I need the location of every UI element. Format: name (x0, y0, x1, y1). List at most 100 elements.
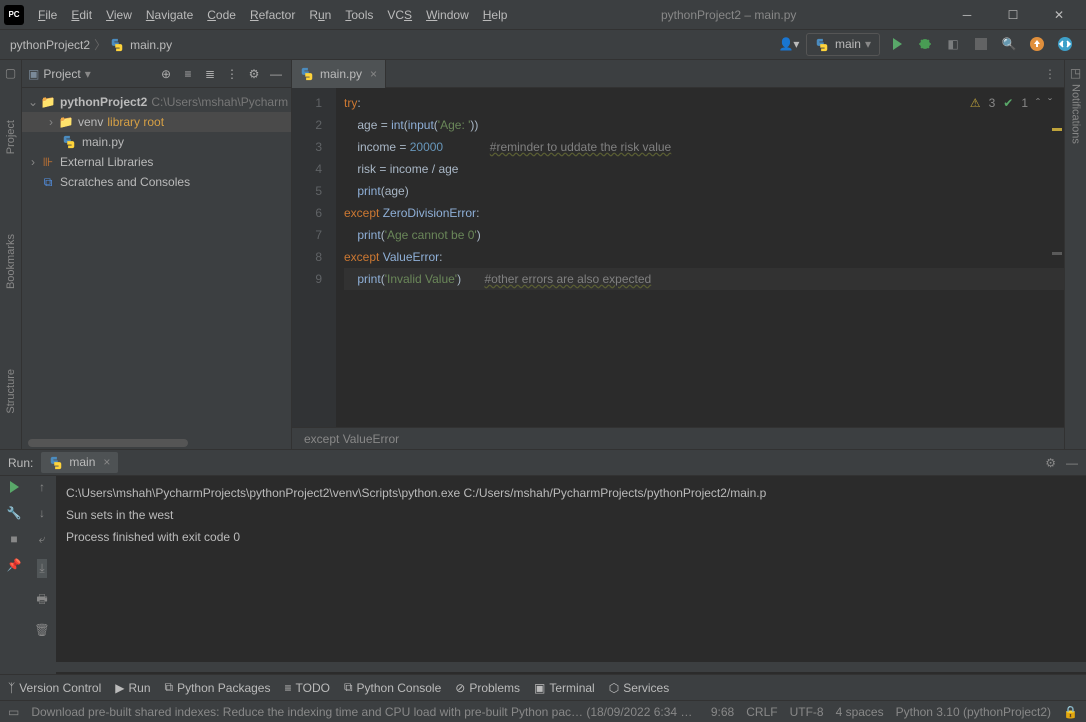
tree-ext-lib847[interactable]: › ⊪ External Libraries (22, 152, 291, 172)
search-icon[interactable]: 🔍 (998, 33, 1020, 55)
editor-breadcrumb[interactable]: except ValueError (292, 427, 1064, 449)
expand-all-icon[interactable]: ≡ (179, 65, 197, 83)
bottom-terminal[interactable]: ▣Terminal (534, 681, 595, 695)
breadcrumb-file[interactable]: main.py (130, 38, 172, 52)
code-area[interactable]: try: age = int(input('Age: ')) income = … (336, 88, 1064, 427)
debug-button[interactable] (914, 33, 936, 55)
problems-icon: ⊘ (455, 681, 465, 695)
strip-structure[interactable]: Structure (5, 369, 17, 414)
inspections-widget[interactable]: ⚠3 ✔1 ˆ ˇ (970, 92, 1052, 114)
trash-icon[interactable]: 🗑 (34, 623, 49, 637)
gear-icon[interactable]: ⚙ (1045, 456, 1056, 470)
bottom-pkg[interactable]: ⧉Python Packages (165, 680, 271, 695)
lock-icon[interactable]: 🔒 (1063, 705, 1078, 719)
maximize-button[interactable]: ☐ (990, 0, 1036, 30)
menu-vcs[interactable]: VCS (381, 4, 418, 26)
ide-update-icon[interactable] (1026, 33, 1048, 55)
chevron-down-icon: ▾ (85, 67, 91, 81)
menu-run[interactable]: Run (303, 4, 337, 26)
collapse-all-icon[interactable]: ≣ (201, 65, 219, 83)
close-icon[interactable]: × (103, 455, 110, 469)
menu-window[interactable]: Window (420, 4, 475, 26)
gear-icon[interactable]: ⚙ (245, 65, 263, 83)
error-stripe[interactable] (1052, 88, 1062, 427)
stop-icon[interactable]: ■ (10, 532, 17, 546)
tree-venv-label: venv (78, 115, 103, 129)
bottom-problems[interactable]: ⊘Problems (455, 681, 520, 695)
menu-code[interactable]: Code (201, 4, 242, 26)
tab-main[interactable]: main.py × (292, 60, 386, 88)
edit-config-icon[interactable]: 🔧 (7, 506, 22, 520)
tree-arrow-icon[interactable]: › (44, 115, 58, 129)
menu-navigate[interactable]: Navigate (140, 4, 199, 26)
status-message[interactable]: Download pre-built shared indexes: Reduc… (31, 705, 699, 719)
close-icon[interactable]: × (370, 67, 377, 81)
menu-edit[interactable]: Edit (65, 4, 98, 26)
bottom-run[interactable]: ▶Run (115, 681, 150, 695)
print-icon[interactable]: 🖶 (36, 590, 47, 611)
code-with-me-icon[interactable] (1054, 33, 1076, 55)
stop-button[interactable] (970, 33, 992, 55)
tree-root-path: C:\Users\mshah\Pycharm (151, 95, 288, 109)
editor-more-icon[interactable]: ⋮ (1036, 67, 1064, 81)
close-button[interactable]: ✕ (1036, 0, 1082, 30)
strip-notifications[interactable]: Notifications (1070, 84, 1082, 144)
coverage-button[interactable]: ◧ (942, 33, 964, 55)
status-indent[interactable]: 4 spaces (836, 705, 884, 719)
status-enc[interactable]: UTF-8 (790, 705, 824, 719)
status-eol[interactable]: CRLF (746, 705, 777, 719)
window-title: pythonProject2 – main.py (513, 8, 944, 22)
minimize-button[interactable]: ─ (944, 0, 990, 30)
run-config-dropdown[interactable]: main ▾ (806, 33, 880, 56)
soft-wrap-icon[interactable]: ⤶ (39, 532, 46, 547)
python-icon (62, 135, 78, 149)
tree-root[interactable]: ⌄ 📁 pythonProject2 C:\Users\mshah\Pychar… (22, 92, 291, 112)
strip-bookmarks[interactable]: Bookmarks (5, 234, 17, 289)
tree-venv[interactable]: › 📁 venv library root (22, 112, 291, 132)
code-editor[interactable]: 123456789 try: age = int(input('Age: '))… (292, 88, 1064, 427)
bottom-services[interactable]: ⬡Services (609, 681, 670, 695)
event-log-icon[interactable]: ▭ (8, 705, 19, 719)
breadcrumb-project[interactable]: pythonProject2 (10, 38, 90, 52)
strip-project[interactable]: Project (5, 120, 17, 154)
horizontal-scrollbar[interactable] (28, 439, 188, 447)
menu-view[interactable]: View (100, 4, 138, 26)
run-label: Run: (8, 456, 33, 470)
menu-file[interactable]: File (32, 4, 63, 26)
add-user-icon[interactable]: 👤▾ (778, 33, 800, 55)
tree-scratches[interactable]: ⧉ Scratches and Consoles (22, 172, 291, 192)
panel-options-icon[interactable]: ⋮ (223, 65, 241, 83)
bottom-console[interactable]: ⧉Python Console (344, 680, 441, 695)
locate-icon[interactable]: ⊕ (157, 65, 175, 83)
hide-panel-icon[interactable]: — (1066, 456, 1078, 470)
run-tab-main[interactable]: main × (41, 452, 118, 473)
python-icon (300, 66, 316, 81)
menu-refactor[interactable]: Refactor (244, 4, 301, 26)
scroll-end-icon[interactable]: ⤓ (37, 559, 46, 578)
down-icon[interactable]: ↓ (39, 506, 45, 520)
up-icon[interactable]: ↑ (39, 480, 45, 494)
status-pos[interactable]: 9:68 (711, 705, 734, 719)
tree-arrow-icon[interactable]: ⌄ (26, 95, 40, 109)
status-interpreter[interactable]: Python 3.10 (pythonProject2) (896, 705, 1051, 719)
pin-icon[interactable]: 📌 (7, 558, 22, 572)
rerun-icon[interactable] (7, 480, 21, 494)
project-panel-title[interactable]: ▣ Project ▾ (28, 67, 153, 81)
tree-arrow-icon[interactable]: › (26, 155, 40, 169)
notifications-icon[interactable]: ◳ (1070, 66, 1081, 80)
hide-panel-icon[interactable]: — (267, 65, 285, 83)
prev-highlight-icon[interactable]: ˆ (1036, 92, 1040, 114)
tree-main-file[interactable]: main.py (22, 132, 291, 152)
project-strip-icon[interactable]: ▢ (5, 66, 16, 80)
bottom-todo[interactable]: ≡TODO (284, 681, 329, 695)
run-button[interactable] (886, 33, 908, 55)
horizontal-scrollbar[interactable] (56, 662, 1086, 672)
tab-label: main.py (320, 67, 362, 81)
menu-tools[interactable]: Tools (339, 4, 379, 26)
project-panel: ▣ Project ▾ ⊕ ≡ ≣ ⋮ ⚙ — ⌄ 📁 pythonProjec… (22, 60, 292, 449)
bottom-vc[interactable]: ᛉVersion Control (8, 681, 101, 695)
run-output[interactable]: C:\Users\mshah\PycharmProjects\pythonPro… (56, 476, 1086, 674)
terminal-icon: ▣ (534, 681, 545, 695)
console-icon: ⧉ (344, 680, 353, 695)
menu-help[interactable]: Help (477, 4, 514, 26)
